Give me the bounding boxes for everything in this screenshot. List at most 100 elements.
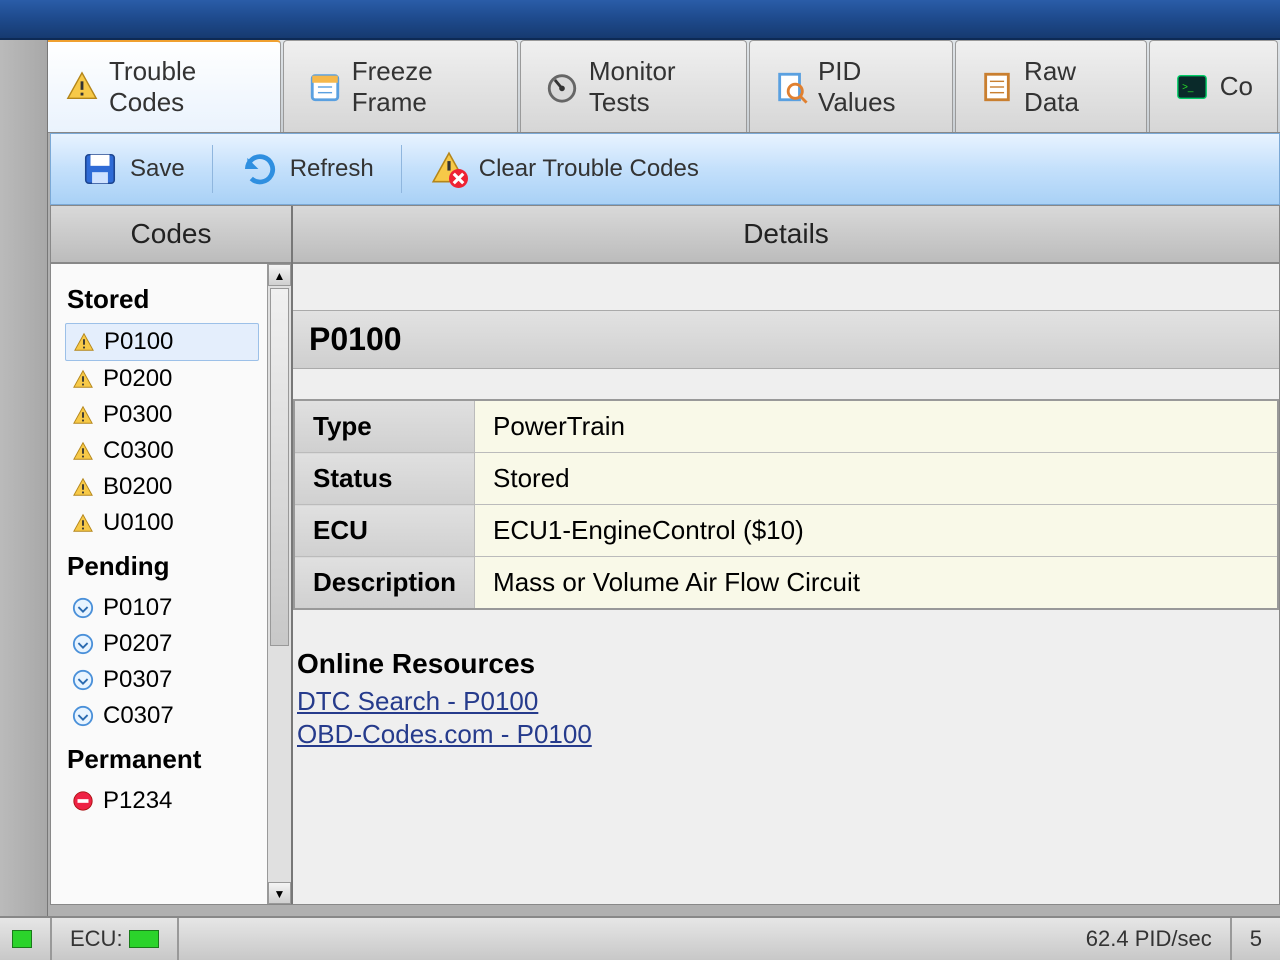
tab-label: Trouble Codes	[109, 56, 256, 118]
code-item-pending[interactable]: P0307	[65, 662, 259, 698]
code-label: P0300	[103, 401, 172, 429]
warning-triangle-icon	[65, 69, 99, 105]
led-icon	[129, 930, 159, 948]
scroll-up-button[interactable]: ▲	[268, 264, 291, 286]
code-label: P0200	[103, 365, 172, 393]
code-item-stored[interactable]: U0100	[65, 505, 259, 541]
code-label: C0307	[103, 702, 174, 730]
warning-triangle-icon	[71, 511, 95, 535]
codes-panel-header: Codes	[51, 206, 291, 264]
status-ecu-label: ECU:	[70, 926, 123, 952]
prop-status-value: Stored	[475, 453, 1278, 505]
scroll-thumb[interactable]	[270, 288, 289, 646]
tab-raw-data[interactable]: Raw Data	[955, 40, 1147, 132]
status-ecu: ECU:	[52, 918, 179, 960]
toolbar-separator	[212, 145, 213, 193]
warning-delete-icon	[429, 149, 469, 189]
link-obd-codes[interactable]: OBD-Codes.com - P0100	[297, 719, 1275, 750]
status-pid-rate: 62.4 PID/sec	[1068, 918, 1232, 960]
code-item-permanent[interactable]: P1234	[65, 783, 259, 819]
refresh-button[interactable]: Refresh	[225, 140, 389, 198]
prop-ecu-value: ECU1-EngineControl ($10)	[475, 505, 1278, 557]
tab-pid-values[interactable]: PID Values	[749, 40, 953, 132]
code-label: C0300	[103, 437, 174, 465]
prohibited-icon	[71, 789, 95, 813]
save-icon	[80, 149, 120, 189]
svg-text:>_: >_	[1182, 81, 1194, 92]
prop-status-label: Status	[294, 453, 475, 505]
code-item-pending[interactable]: C0307	[65, 698, 259, 734]
warning-triangle-icon	[71, 367, 95, 391]
tab-monitor-tests[interactable]: Monitor Tests	[520, 40, 747, 132]
code-item-stored[interactable]: P0200	[65, 361, 259, 397]
codes-scroll[interactable]: Stored P0100P0200P0300C0300B0200U0100 Pe…	[51, 264, 267, 904]
pending-icon	[71, 668, 95, 692]
status-trailing: 5	[1232, 918, 1280, 960]
details-panel: Details P0100 Type PowerTrain Status Sto…	[293, 206, 1279, 904]
details-properties-table: Type PowerTrain Status Stored ECU ECU1-E…	[293, 399, 1279, 610]
table-row: ECU ECU1-EngineControl ($10)	[294, 505, 1278, 557]
online-resources-heading: Online Resources	[297, 648, 1275, 680]
tab-freeze-frame[interactable]: Freeze Frame	[283, 40, 518, 132]
scroll-track[interactable]	[268, 286, 291, 882]
tab-label: Co	[1220, 71, 1253, 102]
status-bar: ECU: 62.4 PID/sec 5	[0, 916, 1280, 960]
group-pending-label: Pending	[67, 551, 259, 582]
toolbar: Save Refresh Clear Trouble Codes	[50, 133, 1280, 205]
warning-triangle-icon	[71, 403, 95, 427]
code-item-stored[interactable]: P0100	[65, 323, 259, 361]
code-item-pending[interactable]: P0107	[65, 590, 259, 626]
code-item-stored[interactable]: B0200	[65, 469, 259, 505]
table-row: Type PowerTrain	[294, 400, 1278, 453]
code-label: P0307	[103, 666, 172, 694]
code-label: P1234	[103, 787, 172, 815]
tab-label: Raw Data	[1024, 56, 1122, 118]
group-permanent-label: Permanent	[67, 744, 259, 775]
tab-label: Freeze Frame	[352, 56, 493, 118]
tab-label: PID Values	[818, 56, 928, 118]
code-label: P0100	[104, 328, 173, 356]
code-item-stored[interactable]: C0300	[65, 433, 259, 469]
tab-trouble-codes[interactable]: Trouble Codes	[40, 40, 281, 132]
window-title-bar	[0, 0, 1280, 40]
prop-type-value: PowerTrain	[475, 400, 1278, 453]
codes-list-container: Stored P0100P0200P0300C0300B0200U0100 Pe…	[51, 264, 291, 904]
prop-desc-label: Description	[294, 557, 475, 610]
details-panel-header: Details	[293, 206, 1279, 264]
scroll-down-button[interactable]: ▼	[268, 882, 291, 904]
prop-desc-value: Mass or Volume Air Flow Circuit	[475, 557, 1278, 610]
list-doc-icon	[980, 69, 1014, 105]
tab-console[interactable]: >_ Co	[1149, 40, 1278, 132]
code-label: B0200	[103, 473, 172, 501]
table-row: Status Stored	[294, 453, 1278, 505]
clear-label: Clear Trouble Codes	[479, 155, 699, 183]
refresh-icon	[240, 149, 280, 189]
toolbar-separator	[401, 145, 402, 193]
code-item-stored[interactable]: P0300	[65, 397, 259, 433]
refresh-label: Refresh	[290, 155, 374, 183]
left-gutter: d	[0, 40, 48, 916]
table-row: Description Mass or Volume Air Flow Circ…	[294, 557, 1278, 610]
clear-trouble-codes-button[interactable]: Clear Trouble Codes	[414, 140, 714, 198]
pending-icon	[71, 704, 95, 728]
code-label: U0100	[103, 509, 174, 537]
calendar-icon	[308, 69, 342, 105]
warning-triangle-icon	[71, 439, 95, 463]
pending-icon	[71, 632, 95, 656]
code-title: P0100	[293, 310, 1279, 369]
tab-label: Monitor Tests	[589, 56, 722, 118]
warning-triangle-icon	[71, 475, 95, 499]
code-item-pending[interactable]: P0207	[65, 626, 259, 662]
terminal-icon: >_	[1174, 69, 1210, 105]
code-label: P0207	[103, 630, 172, 658]
content-area: Codes Stored P0100 P0200 P0300 C0300 B0200 U0…	[50, 205, 1280, 905]
link-dtc-search[interactable]: DTC Search - P0100	[297, 686, 1275, 717]
magnifier-doc-icon	[774, 69, 808, 105]
code-label: P0107	[103, 594, 172, 622]
codes-scrollbar[interactable]: ▲ ▼	[267, 264, 291, 904]
save-button[interactable]: Save	[65, 140, 200, 198]
details-body: P0100 Type PowerTrain Status Stored ECU …	[293, 264, 1279, 904]
pending-icon	[71, 596, 95, 620]
tab-strip: Trouble Codes Freeze Frame Monitor Tests…	[0, 40, 1280, 133]
save-label: Save	[130, 155, 185, 183]
